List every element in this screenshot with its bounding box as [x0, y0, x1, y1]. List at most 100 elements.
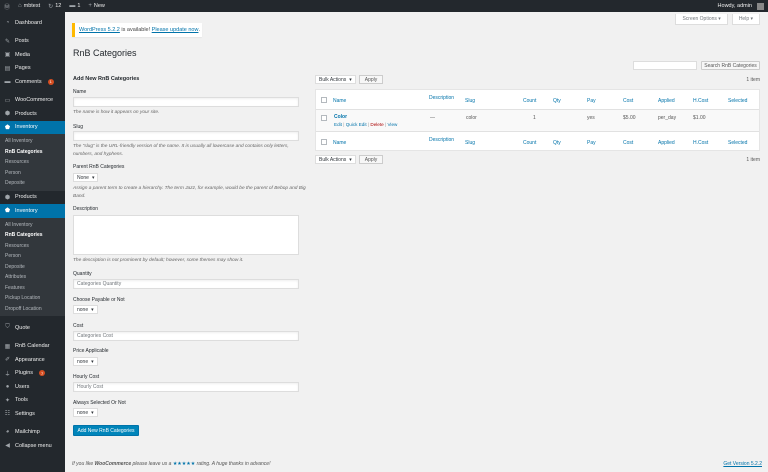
new-content-link[interactable]: + New	[84, 0, 109, 12]
slug-field[interactable]	[73, 131, 299, 141]
description-label: Description	[73, 206, 99, 212]
row-checkbox[interactable]	[321, 115, 327, 121]
cell-count[interactable]: 1	[533, 115, 536, 121]
menu-comments[interactable]: ▬ Comments 1	[0, 75, 65, 89]
select-all-checkbox-bottom[interactable]	[321, 139, 327, 145]
submenu-rnb-categories[interactable]: RnB Categories	[0, 147, 65, 158]
category-name-link[interactable]: Color	[334, 114, 347, 120]
menu-tools[interactable]: ✦ Tools	[0, 394, 65, 408]
select-all-checkbox[interactable]	[321, 97, 327, 103]
menu-inventory-2[interactable]: ⬟ Inventory	[0, 204, 65, 218]
submenu-dropoff-location[interactable]: Dropoff Location	[0, 304, 65, 315]
col-name[interactable]: Name	[333, 98, 346, 104]
table-header: Name Description Slug Count Qty Pay Cost…	[316, 90, 759, 110]
col-count[interactable]: Count	[523, 140, 536, 146]
col-pay[interactable]: Pay	[587, 98, 596, 104]
col-description[interactable]: Description	[429, 95, 454, 101]
bulk-actions-select-bottom[interactable]: Bulk Actions ▾	[315, 155, 356, 164]
menu-products-2[interactable]: ⬢ Products	[0, 191, 65, 205]
col-selected[interactable]: Selected	[728, 140, 747, 146]
wordpress-logo[interactable]: Ⓦ	[0, 0, 14, 12]
menu-settings[interactable]: ☷ Settings	[0, 407, 65, 421]
menu-rnb-calendar[interactable]: ▦ RnB Calendar	[0, 340, 65, 354]
col-pay[interactable]: Pay	[587, 140, 596, 146]
apply-button[interactable]: Apply	[358, 75, 384, 84]
updates-link[interactable]: ↻ 12	[44, 0, 65, 12]
search-button[interactable]: Search RnB Categories	[701, 61, 760, 70]
wordpress-version-link[interactable]: WordPress 5.2.2	[79, 27, 120, 33]
col-applied[interactable]: Applied	[658, 98, 675, 104]
hourly-cost-field[interactable]: Hourly Cost	[73, 382, 299, 392]
menu-products[interactable]: ⬢ Products	[0, 107, 65, 121]
submenu-resources[interactable]: Resources	[0, 157, 65, 168]
rating-stars-link[interactable]: ★★★★★	[173, 461, 195, 467]
col-hcost[interactable]: H.Cost	[693, 98, 708, 104]
quote-icon: ⛉	[5, 324, 10, 331]
bulk-actions-select[interactable]: Bulk Actions ▾	[315, 75, 356, 84]
collapse-menu-button[interactable]: ◀ Collapse menu	[0, 439, 65, 453]
col-name[interactable]: Name	[333, 140, 346, 146]
submenu-resources[interactable]: Resources	[0, 241, 65, 252]
quantity-field[interactable]: Categories Quantity	[73, 279, 299, 289]
edit-link[interactable]: Edit	[334, 122, 342, 127]
apply-button-bottom[interactable]: Apply	[358, 155, 384, 164]
menu-posts[interactable]: ✎ Posts	[0, 35, 65, 49]
description-textarea[interactable]	[73, 215, 299, 255]
calendar-icon: ▦	[4, 343, 11, 350]
pages-icon: ▤	[4, 65, 11, 72]
name-field[interactable]	[73, 97, 299, 107]
submenu-deposite[interactable]: Deposite	[0, 178, 65, 189]
payable-select[interactable]: none ▾	[73, 305, 98, 314]
parent-select[interactable]: None ▾	[73, 173, 99, 182]
name-label: Name	[73, 89, 87, 95]
col-hcost[interactable]: H.Cost	[693, 140, 708, 146]
menu-inventory[interactable]: ⬟ Inventory	[0, 120, 65, 134]
col-count[interactable]: Count	[523, 98, 536, 104]
col-qty[interactable]: Qty	[553, 140, 561, 146]
quick-edit-link[interactable]: Quick Edit	[346, 122, 367, 127]
menu-quote[interactable]: ⛉ Quote	[0, 321, 65, 335]
always-selected-select[interactable]: none ▾	[73, 408, 98, 417]
menu-dashboard[interactable]: ◔ Dashboard	[0, 16, 65, 30]
col-applied[interactable]: Applied	[658, 140, 675, 146]
comments-link[interactable]: ▬ 1	[65, 0, 84, 12]
form-heading: Add New RnB Categories	[73, 76, 140, 82]
col-cost[interactable]: Cost	[623, 140, 633, 146]
submenu-person[interactable]: Person	[0, 251, 65, 262]
search-input[interactable]	[633, 61, 697, 70]
update-now-link[interactable]: Please update now	[152, 27, 199, 33]
menu-appearance[interactable]: ✐ Appearance	[0, 353, 65, 367]
menu-media[interactable]: ▣ Media	[0, 48, 65, 62]
comments-icon: ▬	[4, 78, 11, 85]
col-slug[interactable]: Slug	[465, 98, 475, 104]
cost-field[interactable]: Categories Cost	[73, 331, 299, 341]
submenu-rnb-categories[interactable]: RnB Categories	[0, 230, 65, 241]
admin-bar: Ⓦ ⌂ mbtest ↻ 12 ▬ 1 + New Howdy, admin	[0, 0, 768, 12]
menu-pages[interactable]: ▤ Pages	[0, 62, 65, 76]
help-button[interactable]: Help ▾	[731, 14, 760, 25]
menu-woocommerce[interactable]: ▭ WooCommerce	[0, 94, 65, 108]
price-applicable-select[interactable]: none ▾	[73, 357, 98, 366]
site-name-link[interactable]: ⌂ mbtest	[14, 0, 44, 12]
submenu-attributes[interactable]: Attributes	[0, 272, 65, 283]
add-new-category-button[interactable]: Add New RnB Categories	[73, 425, 139, 436]
submenu-all-inventory[interactable]: All Inventory	[0, 220, 65, 231]
account-menu[interactable]: Howdy, admin	[714, 0, 768, 12]
get-version-link[interactable]: Get Version 5.2.2	[723, 461, 762, 467]
submenu-all-inventory[interactable]: All Inventory	[0, 136, 65, 147]
menu-mailchimp[interactable]: ◕ Mailchimp	[0, 426, 65, 440]
menu-plugins[interactable]: ⏚ Plugins 7	[0, 367, 65, 381]
col-cost[interactable]: Cost	[623, 98, 633, 104]
view-link[interactable]: View	[387, 122, 397, 127]
menu-users[interactable]: ● Users	[0, 380, 65, 394]
col-selected[interactable]: Selected	[728, 98, 747, 104]
submenu-deposite[interactable]: Deposite	[0, 262, 65, 273]
screen-options-button[interactable]: Screen Options ▾	[675, 14, 728, 25]
submenu-features[interactable]: Features	[0, 283, 65, 294]
submenu-person[interactable]: Person	[0, 168, 65, 179]
delete-link[interactable]: Delete	[370, 122, 383, 127]
col-qty[interactable]: Qty	[553, 98, 561, 104]
col-description[interactable]: Description	[429, 137, 454, 143]
col-slug[interactable]: Slug	[465, 140, 475, 146]
submenu-pickup-location[interactable]: Pickup Location	[0, 293, 65, 304]
